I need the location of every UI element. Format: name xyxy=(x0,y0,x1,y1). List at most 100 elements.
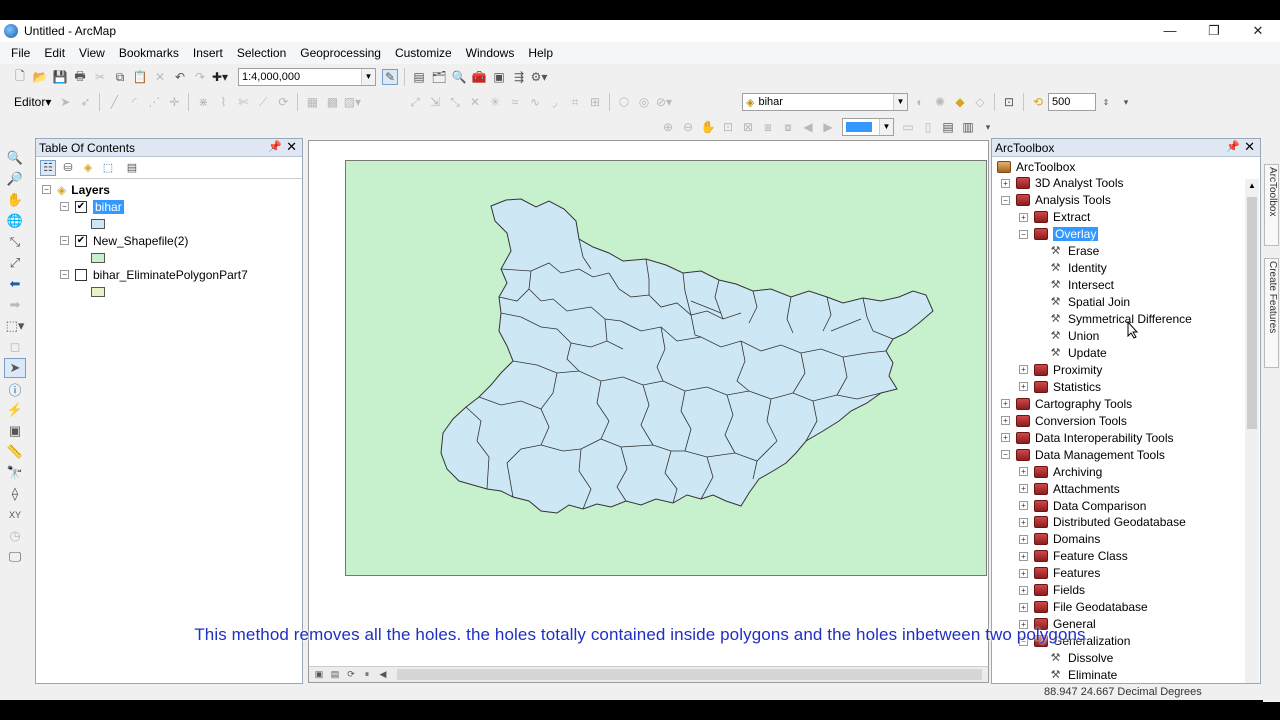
toolbox-tool-item[interactable]: ⚒ Erase xyxy=(1049,243,1100,260)
copy-parallel-icon[interactable]: ⤢ xyxy=(407,94,423,110)
minimize-button[interactable]: — xyxy=(1148,20,1192,42)
toolbox-toolset-item[interactable]: + Fields xyxy=(1019,582,1085,599)
side-tab-arctoolbox[interactable]: ArcToolbox xyxy=(1264,164,1279,246)
toolbox-toolset-item[interactable]: − Overlay xyxy=(1019,226,1099,243)
zoom-in-icon[interactable]: 🔍 xyxy=(4,148,26,168)
expand-icon[interactable]: + xyxy=(1001,433,1010,443)
layer-name[interactable]: New_Shapefile(2) xyxy=(93,234,188,248)
pause-drawing-icon[interactable]: ⏸ xyxy=(361,669,373,681)
full-extent-icon[interactable]: 🌐 xyxy=(4,211,26,231)
forward-extent-icon[interactable]: ➡ xyxy=(4,295,26,315)
zoom-out-page-icon[interactable]: ⊖ xyxy=(680,119,696,135)
create-viewer-icon[interactable]: 🖵 xyxy=(4,547,26,567)
menu-view[interactable]: View xyxy=(72,46,112,60)
layer-symbol-swatch[interactable] xyxy=(91,287,105,297)
toolbox-toolset-item[interactable]: + Features xyxy=(1019,565,1100,582)
collapse-icon[interactable]: − xyxy=(1019,229,1028,239)
editor-toolbar-toggle-icon[interactable]: ✎ xyxy=(382,69,398,85)
menu-edit[interactable]: Edit xyxy=(37,46,72,60)
arctoolbox-root[interactable]: ArcToolbox xyxy=(997,158,1075,175)
collapse-icon[interactable]: − xyxy=(60,236,69,245)
explode-icon[interactable]: ✳ xyxy=(487,94,503,110)
menu-geoprocessing[interactable]: Geoprocessing xyxy=(293,46,388,60)
list-by-selection-icon[interactable]: ⬚ xyxy=(100,160,116,176)
toolbox-toolset-item[interactable]: +3D Analyst Tools xyxy=(1001,175,1124,192)
close-icon[interactable]: ✕ xyxy=(286,139,297,155)
save-icon[interactable]: 💾 xyxy=(52,69,68,85)
bihar-district-map[interactable] xyxy=(346,161,986,575)
toolbox-tool-item[interactable]: ⚒ Update xyxy=(1049,344,1107,361)
sun-icon[interactable]: ✺ xyxy=(932,94,948,110)
toolbox-toolset-item[interactable]: + Proximity xyxy=(1019,361,1102,378)
toolbox-toolset-item[interactable]: + Data Comparison xyxy=(1019,497,1146,514)
snapping-icon[interactable]: ◐ xyxy=(912,94,928,110)
delete-icon[interactable]: ✕ xyxy=(152,69,168,85)
pan-icon[interactable]: ✋ xyxy=(4,190,26,210)
menu-customize[interactable]: Customize xyxy=(388,46,459,60)
sketch-properties-icon[interactable]: ▩ xyxy=(324,94,340,110)
search-window-icon[interactable]: 🔍 xyxy=(451,69,467,85)
line-intersection-icon[interactable]: ✕ xyxy=(467,94,483,110)
pan-page-icon[interactable]: ✋ xyxy=(700,119,716,135)
toolbox-toolset-item[interactable]: + Conversion Tools xyxy=(1001,412,1127,429)
back-extent-icon[interactable]: ⬅ xyxy=(4,274,26,294)
horizontal-scrollbar[interactable] xyxy=(397,669,982,680)
fixed-zoom-in-icon[interactable]: ⤡ xyxy=(4,232,26,252)
hyperlink-icon[interactable]: ⚡ xyxy=(4,400,26,420)
smooth-icon[interactable]: ∿ xyxy=(527,94,543,110)
attributes-icon[interactable]: ▦ xyxy=(304,94,320,110)
measure-icon[interactable]: 📏 xyxy=(4,442,26,462)
expand-icon[interactable]: + xyxy=(1019,602,1028,612)
topology-icon[interactable]: ⬡ xyxy=(616,94,632,110)
expand-icon[interactable]: + xyxy=(1019,551,1028,561)
layer-properties-icon[interactable]: ◆ xyxy=(952,94,968,110)
toolbar-options-icon[interactable]: ⚙▾ xyxy=(531,69,548,85)
select-features-icon[interactable]: ⬚▾ xyxy=(4,316,26,336)
expand-icon[interactable]: + xyxy=(1019,585,1028,595)
menu-windows[interactable]: Windows xyxy=(459,46,522,60)
time-slider-icon[interactable]: ◷ xyxy=(4,526,26,546)
zoom-100-icon[interactable]: ⊠ xyxy=(740,119,756,135)
expand-icon[interactable]: + xyxy=(1001,416,1010,426)
expand-icon[interactable]: + xyxy=(1019,382,1028,392)
cut-icon[interactable]: ✂ xyxy=(92,69,108,85)
trim-icon[interactable]: ⤡ xyxy=(447,94,463,110)
next-extent-icon[interactable]: ▶ xyxy=(820,119,836,135)
toolbar-options-icon[interactable]: ▾ xyxy=(1118,94,1134,110)
arctoolbox-icon[interactable]: 🧰 xyxy=(471,69,487,85)
reshape-icon[interactable]: ⌇ xyxy=(215,94,231,110)
toolbar-options-icon[interactable]: ▾ xyxy=(980,119,996,135)
edit-annotation-icon[interactable]: ➶ xyxy=(77,94,93,110)
python-window-icon[interactable]: ▣ xyxy=(491,69,507,85)
previous-extent-icon[interactable]: ◀ xyxy=(800,119,816,135)
paste-icon[interactable]: 📋 xyxy=(132,69,148,85)
expand-icon[interactable]: + xyxy=(1019,467,1028,477)
data-driven-pages-icon[interactable]: ▥ xyxy=(960,119,976,135)
menu-help[interactable]: Help xyxy=(521,46,560,60)
endpoint-arc-icon[interactable]: ◜ xyxy=(126,94,142,110)
redo-icon[interactable]: ↷ xyxy=(192,69,208,85)
edit-vertices-icon[interactable]: ⋇ xyxy=(195,94,211,110)
menu-bookmarks[interactable]: Bookmarks xyxy=(112,46,186,60)
rotate-icon[interactable]: ⟳ xyxy=(275,94,291,110)
list-by-visibility-icon[interactable]: ◈ xyxy=(80,160,96,176)
toolbox-toolset-item[interactable]: + Archiving xyxy=(1019,463,1102,480)
validate-icon[interactable]: ◎ xyxy=(636,94,652,110)
toolbox-toolset-item[interactable]: + Statistics xyxy=(1019,378,1101,395)
table-of-contents-icon[interactable]: ▤ xyxy=(411,69,427,85)
edit-tool-icon[interactable]: ➤ xyxy=(57,94,73,110)
collapse-icon[interactable]: − xyxy=(60,270,69,279)
layer-symbol-swatch[interactable] xyxy=(91,219,105,229)
fixed-zoom-out-icon[interactable]: ⤢ xyxy=(4,253,26,273)
split-icon[interactable]: ⟋ xyxy=(255,94,271,110)
layer-row[interactable]: − bihar_EliminatePolygonPart7 xyxy=(60,266,248,283)
toolbox-tool-item[interactable]: ⚒ Symmetrical Difference xyxy=(1049,311,1192,328)
toolbox-toolset-item[interactable]: − Data Management Tools xyxy=(1001,446,1165,463)
toolbox-tool-item[interactable]: ⚒ Identity xyxy=(1049,260,1107,277)
catalog-icon[interactable]: 🗂 xyxy=(431,69,447,85)
model-builder-icon[interactable]: ⇶ xyxy=(511,69,527,85)
close-button[interactable]: ✕ xyxy=(1236,20,1280,42)
refresh-icon[interactable]: ⟳ xyxy=(345,669,357,681)
expand-icon[interactable]: + xyxy=(1019,501,1028,510)
menu-file[interactable]: File xyxy=(4,46,37,60)
